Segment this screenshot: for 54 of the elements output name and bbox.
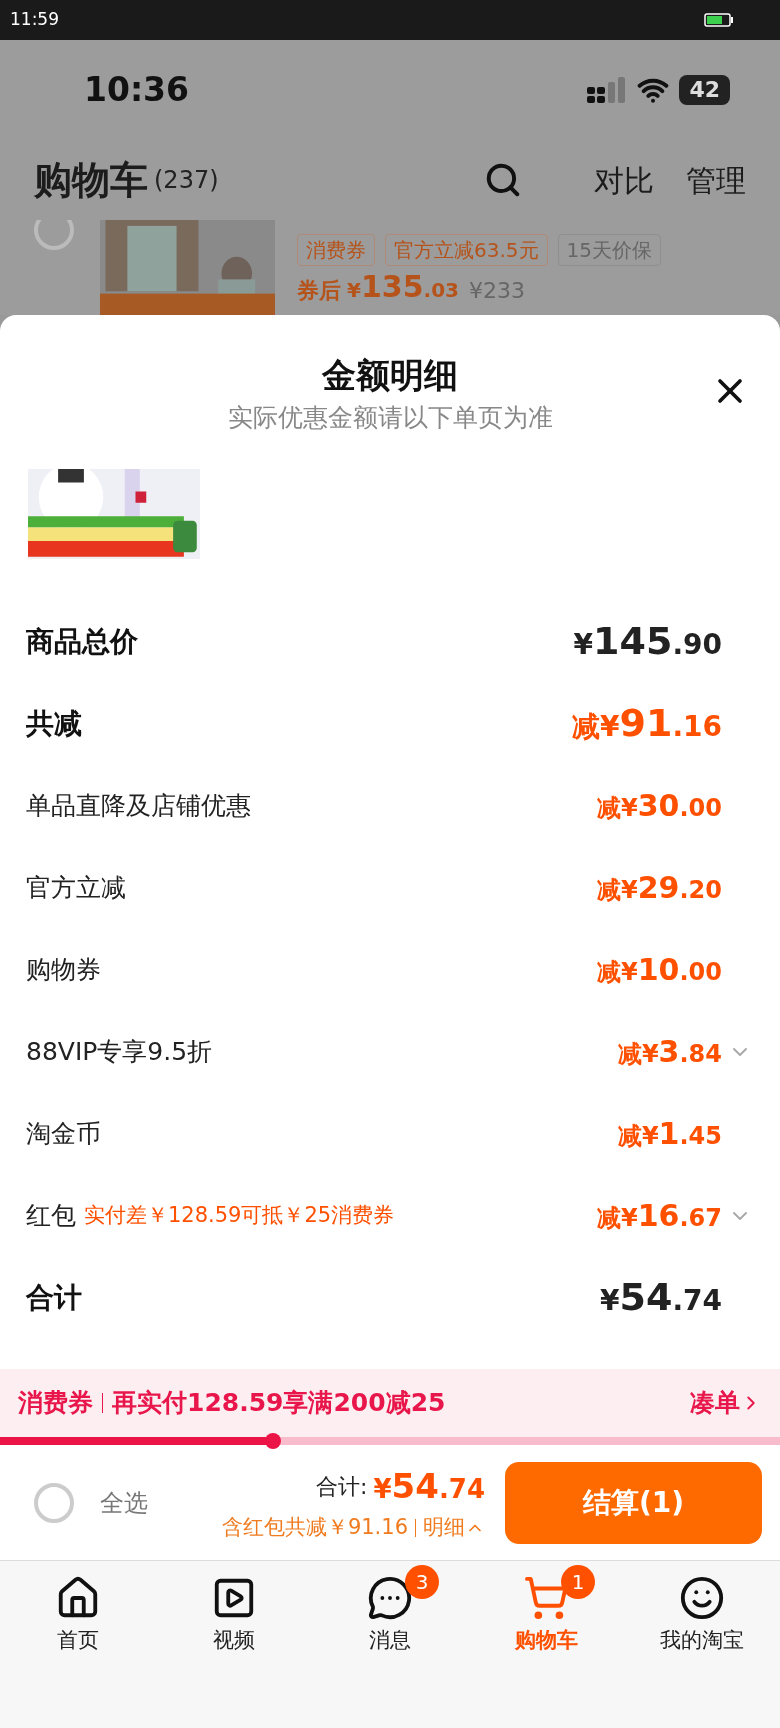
product-price: ¥135.03 <box>347 272 459 302</box>
smile-icon <box>679 1575 725 1621</box>
product-tag: 官方立减63.5元 <box>385 234 548 266</box>
header-action[interactable]: 管理 <box>686 157 746 203</box>
row-label: 商品总价 <box>26 623 138 660</box>
select-all-checkbox[interactable] <box>34 1482 74 1523</box>
phone-time: 10:36 <box>84 69 190 112</box>
row-label: 红包 <box>26 1199 76 1232</box>
row-label: 共减 <box>26 705 82 742</box>
tab-item[interactable]: 视频 <box>156 1563 312 1657</box>
progress-thumb <box>265 1433 281 1449</box>
sheet-title: 金额明细 <box>322 354 458 397</box>
row-amount: 减¥29.20 <box>597 869 722 907</box>
sheet-subtitle: 实际优惠金额请以下单页为准 <box>227 402 553 434</box>
row-label: 合计 <box>26 1279 82 1316</box>
row-amount: 减¥91.16 <box>572 700 722 747</box>
row-label: 官方立减 <box>26 871 126 904</box>
row-label: 88VIP专享9.5折 <box>26 1035 213 1068</box>
add-items-link[interactable]: 凑单 <box>690 1384 762 1422</box>
promo-tag: 消费券 <box>18 1384 93 1422</box>
status-time: 11:59 <box>10 8 59 32</box>
row-amount: 减¥16.67 <box>597 1197 722 1235</box>
tab-item[interactable]: 3 消息 <box>312 1563 468 1657</box>
row-label: 淘金币 <box>26 1117 101 1150</box>
cart-count: (237) <box>154 165 219 196</box>
row-note: 实付差￥128.59可抵￥25消费券 <box>84 1201 395 1229</box>
cart-icon <box>523 1575 569 1621</box>
phone-battery: 42 <box>679 75 730 105</box>
row-label: 购物券 <box>26 953 101 986</box>
tab-item[interactable]: 我的淘宝 <box>624 1563 780 1657</box>
row-amount: ¥54.74 <box>600 1274 722 1321</box>
tab-item[interactable]: 1 购物车 <box>468 1563 624 1657</box>
badge-count: 1 <box>561 1565 595 1599</box>
total-amount: ¥54.74 <box>373 1465 485 1509</box>
product-tag: 消费券 <box>297 234 375 266</box>
select-all-label: 全选 <box>100 1487 148 1519</box>
row-amount: 减¥1.45 <box>617 1115 722 1153</box>
row-amount: 减¥10.00 <box>597 951 722 989</box>
row-amount: ¥145.90 <box>573 618 722 665</box>
savings-text: 含红包共减￥91.16 <box>221 1514 408 1542</box>
search-icon[interactable] <box>484 161 522 199</box>
tab-item[interactable]: 首页 <box>0 1563 156 1657</box>
price-label: 券后 <box>297 280 341 302</box>
row-amount: 减¥30.00 <box>597 787 722 825</box>
badge-count: 3 <box>405 1565 439 1599</box>
total-label: 合计: <box>316 1473 368 1502</box>
chat-bubble-icon <box>367 1575 413 1621</box>
page-title: 购物车 <box>34 156 148 204</box>
row-label: 单品直降及店铺优惠 <box>26 789 251 822</box>
battery-icon <box>704 13 734 27</box>
row-amount: 减¥3.84 <box>617 1033 722 1071</box>
header-action[interactable]: 对比 <box>594 157 654 203</box>
signal-icon <box>587 77 628 103</box>
promo-text: 再实付128.59享满200减25 <box>112 1387 446 1420</box>
